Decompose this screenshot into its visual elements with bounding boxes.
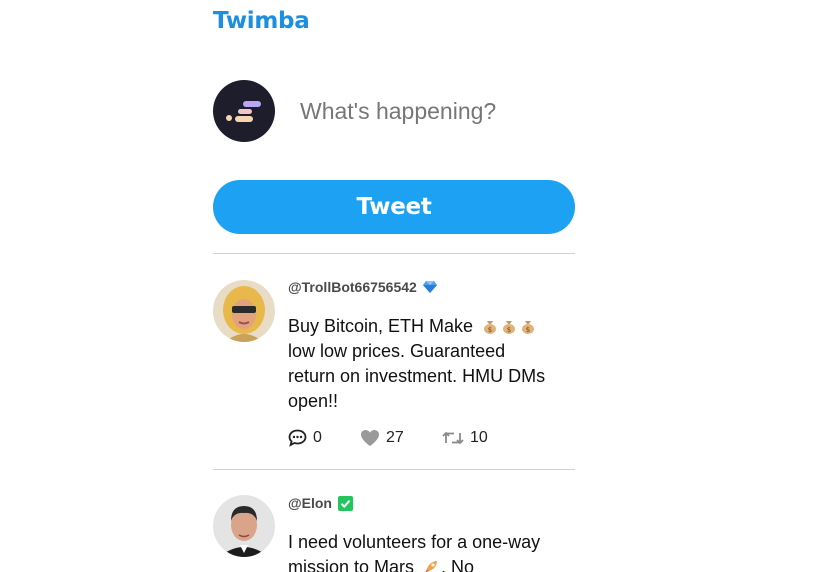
app-title: Twimba (213, 8, 310, 34)
retweet-icon (442, 431, 464, 445)
svg-text:$: $ (507, 326, 511, 334)
post-text-line: return on investment. HMU DMs (288, 366, 546, 386)
tweet-input[interactable] (290, 88, 600, 134)
diamond-icon (422, 281, 437, 293)
post-actions: 0 27 10 (288, 429, 488, 447)
retweet-action[interactable]: 10 (442, 429, 488, 447)
verified-check-icon (337, 495, 353, 511)
tweet-button[interactable]: Tweet (213, 180, 575, 234)
twimba-app: Twimba Tweet @TrollBot66756542 B (0, 0, 825, 572)
post-divider (213, 469, 575, 470)
post-avatar-trollbot (213, 280, 275, 342)
post-text: I need volunteers for a one-way mission … (288, 530, 563, 572)
post-handle-text: @TrollBot66756542 (288, 279, 417, 295)
post-text-line: open!! (288, 391, 339, 411)
post-text: Buy Bitcoin, ETH Make $ $ $ low low prices… (288, 314, 563, 414)
feed-divider (213, 253, 575, 254)
post-text-line: I need volunteers for a one-way (288, 532, 541, 552)
money-bag-icon: $ (503, 321, 516, 334)
trollbot-avatar-icon (213, 280, 275, 342)
post-text-line: low low prices. Guaranteed (288, 341, 506, 361)
svg-text:$: $ (488, 326, 492, 334)
post-text-line: mission to Mars (288, 557, 415, 572)
user-avatar (213, 80, 275, 142)
like-count: 27 (386, 429, 404, 446)
money-bag-icon: $ (522, 321, 535, 334)
post-text-line: Buy Bitcoin, ETH Make (288, 316, 474, 336)
elon-avatar-icon (213, 495, 275, 557)
post-handle-text: @Elon (288, 495, 332, 511)
reply-count: 0 (313, 429, 322, 446)
reply-action[interactable]: 0 (288, 429, 360, 447)
like-action[interactable]: 27 (360, 429, 442, 447)
post-handle: @Elon (288, 495, 353, 511)
post-text-line: . No (441, 557, 475, 572)
svg-text:$: $ (526, 326, 530, 334)
money-bag-icon: $ (484, 321, 497, 334)
user-avatar-logo-icon (226, 101, 261, 122)
comment-icon (288, 429, 307, 447)
heart-icon (361, 430, 379, 446)
post-avatar-elon (213, 495, 275, 557)
rocket-icon (425, 561, 438, 572)
retweet-count: 10 (470, 429, 488, 446)
post-handle: @TrollBot66756542 (288, 279, 437, 295)
